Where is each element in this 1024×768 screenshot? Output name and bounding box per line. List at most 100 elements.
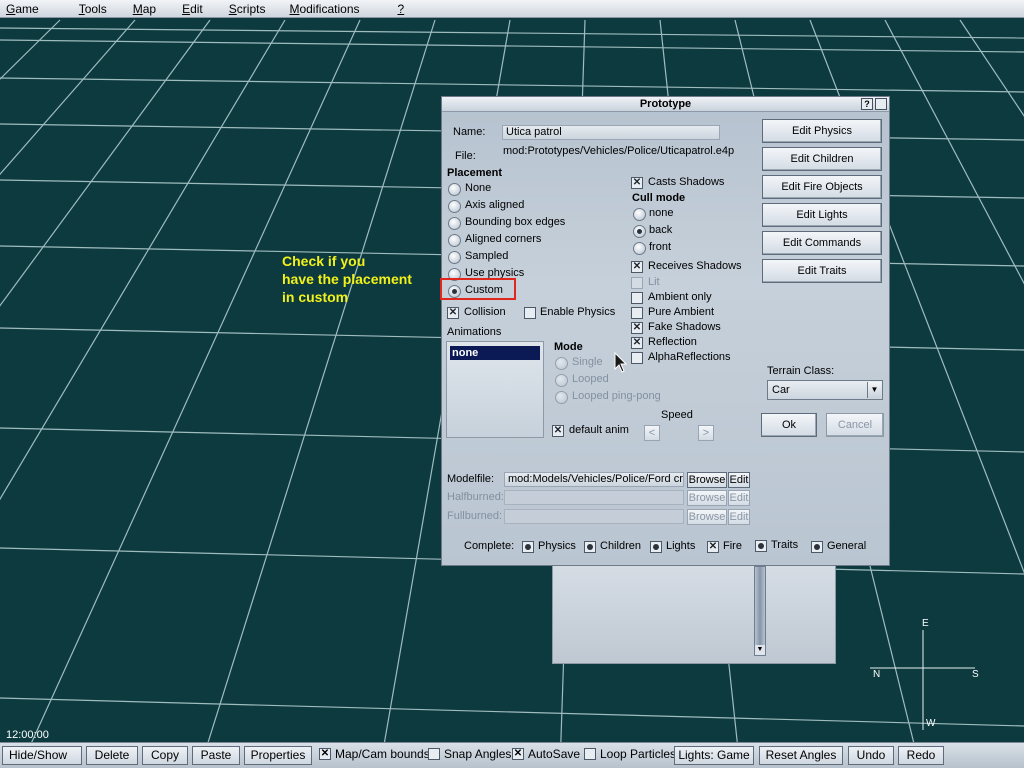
snap-angles-checkbox[interactable] [428,748,440,760]
menu-game[interactable]: Game [0,0,46,18]
autosave-checkbox[interactable]: ✕ [512,748,524,760]
placement-sampled-label: Sampled [465,250,509,262]
menu-edit[interactable]: Edit [175,0,210,18]
placement-heading: Placement [447,167,503,179]
ambient-only-checkbox[interactable] [631,292,643,304]
receives-shadows-checkbox[interactable]: ✕ [631,261,643,273]
animation-item-none[interactable]: none [450,346,540,360]
dialog-titlebar[interactable]: Prototype [442,97,889,112]
delete-button[interactable]: Delete [86,746,138,765]
scroll-down-arrow-icon[interactable]: ▼ [755,645,765,655]
placement-axis-aligned-label: Axis aligned [465,199,525,211]
modelfile-input[interactable]: mod:Models/Vehicles/Police/Ford cro [504,472,684,487]
help-button[interactable]: ? [861,98,873,110]
mode-looped-label: Looped [572,373,609,385]
fake-shadows-checkbox[interactable]: ✕ [631,322,643,334]
halfburned-browse-button[interactable]: Browse [687,490,727,506]
loop-particles-checkbox[interactable] [584,748,596,760]
lit-checkbox[interactable] [631,277,643,289]
map-cam-bounds-checkbox[interactable]: ✕ [319,748,331,760]
reset-angles-button[interactable]: Reset Angles [759,746,843,765]
speed-increase-button[interactable]: > [698,425,714,441]
modelfile-browse-button[interactable]: Browse [687,472,727,488]
dialog-title: Prototype [639,98,692,110]
bottom-toolbar: Hide/Show Delete Copy Paste Properties ✕… [0,742,1024,768]
speed-label: Speed [661,409,693,421]
mode-pingpong-radio[interactable] [555,391,568,404]
lit-label: Lit [648,276,660,288]
mode-single-radio[interactable] [555,357,568,370]
fullburned-edit-button[interactable]: Edit [728,509,750,525]
placement-aligned-corners-radio[interactable] [448,234,461,247]
reflection-label: Reflection [648,336,697,348]
chevron-down-icon[interactable]: ▼ [867,382,881,398]
fullburned-browse-button[interactable]: Browse [687,509,727,525]
close-button[interactable] [875,98,887,110]
halfburned-input[interactable] [504,490,684,505]
menu-help[interactable]: ? [391,0,412,18]
edit-physics-button[interactable]: Edit Physics [762,119,882,143]
complete-lights-indicator [650,541,662,553]
default-anim-checkbox[interactable]: ✕ [552,425,564,437]
placement-sampled-radio[interactable] [448,251,461,264]
animations-label: Animations [447,326,502,338]
complete-fire-indicator: ✕ [707,541,719,553]
modelfile-edit-button[interactable]: Edit [728,472,750,488]
halfburned-edit-button[interactable]: Edit [728,490,750,506]
edit-fire-objects-button[interactable]: Edit Fire Objects [762,175,882,199]
alpha-reflections-label: AlphaReflections [648,351,731,363]
alpha-reflections-checkbox[interactable] [631,352,643,364]
lights-game-button[interactable]: Lights: Game [674,746,754,765]
loop-particles-label: Loop Particles [600,747,677,761]
paste-button[interactable]: Paste [192,746,240,765]
placement-bbox-edges-radio[interactable] [448,217,461,230]
name-input[interactable]: Utica patrol [502,125,720,140]
halfburned-label: Halfburned: [447,491,504,503]
prototype-dialog: Prototype ? Name: Utica patrol File: mod… [441,96,890,566]
speed-decrease-button[interactable]: < [644,425,660,441]
cull-back-label: back [649,224,673,236]
ok-button[interactable]: Ok [761,413,817,437]
hide-show-button[interactable]: Hide/Show [2,746,82,765]
pure-ambient-checkbox[interactable] [631,307,643,319]
fullburned-label: Fullburned: [447,510,503,522]
list-scrollbar[interactable]: ▼ [754,566,766,656]
edit-commands-button[interactable]: Edit Commands [762,231,882,255]
copy-button[interactable]: Copy [142,746,188,765]
reflection-checkbox[interactable]: ✕ [631,337,643,349]
placement-none-radio[interactable] [448,183,461,196]
menu-scripts[interactable]: Scripts [222,0,273,18]
terrain-class-select[interactable]: Car ▼ [767,380,883,400]
properties-button[interactable]: Properties [244,746,312,765]
menu-modifications[interactable]: Modifications [282,0,366,18]
edit-children-button[interactable]: Edit Children [762,147,882,171]
undo-button[interactable]: Undo [848,746,894,765]
edit-traits-button[interactable]: Edit Traits [762,259,882,283]
cull-none-radio[interactable] [633,208,646,221]
menu-bar: Game Tools Map Edit Scripts Modification… [0,0,1024,18]
redo-button[interactable]: Redo [898,746,944,765]
casts-shadows-checkbox[interactable]: ✕ [631,177,643,189]
placement-axis-aligned-radio[interactable] [448,200,461,213]
complete-children-label: Children [600,540,641,552]
file-path: mod:Prototypes/Vehicles/Police/Uticapatr… [503,145,735,157]
collision-checkbox[interactable]: ✕ [447,307,459,319]
map-cam-bounds-label: Map/Cam bounds [335,747,430,761]
name-label: Name: [453,126,486,138]
enable-physics-label: Enable Physics [540,306,616,318]
enable-physics-checkbox[interactable] [524,307,536,319]
complete-general-indicator [811,541,823,553]
cull-mode-heading: Cull mode [632,192,686,204]
mode-single-label: Single [572,356,603,368]
autosave-label: AutoSave [528,747,581,761]
cull-back-radio[interactable] [633,225,646,238]
fullburned-input[interactable] [504,509,684,524]
complete-general-label: General [827,540,867,552]
animations-list[interactable]: none [446,341,544,438]
cancel-button[interactable]: Cancel [826,413,884,437]
menu-tools[interactable]: Tools [72,0,114,18]
edit-lights-button[interactable]: Edit Lights [762,203,882,227]
menu-map[interactable]: Map [126,0,163,18]
cull-front-radio[interactable] [633,242,646,255]
mode-looped-radio[interactable] [555,374,568,387]
